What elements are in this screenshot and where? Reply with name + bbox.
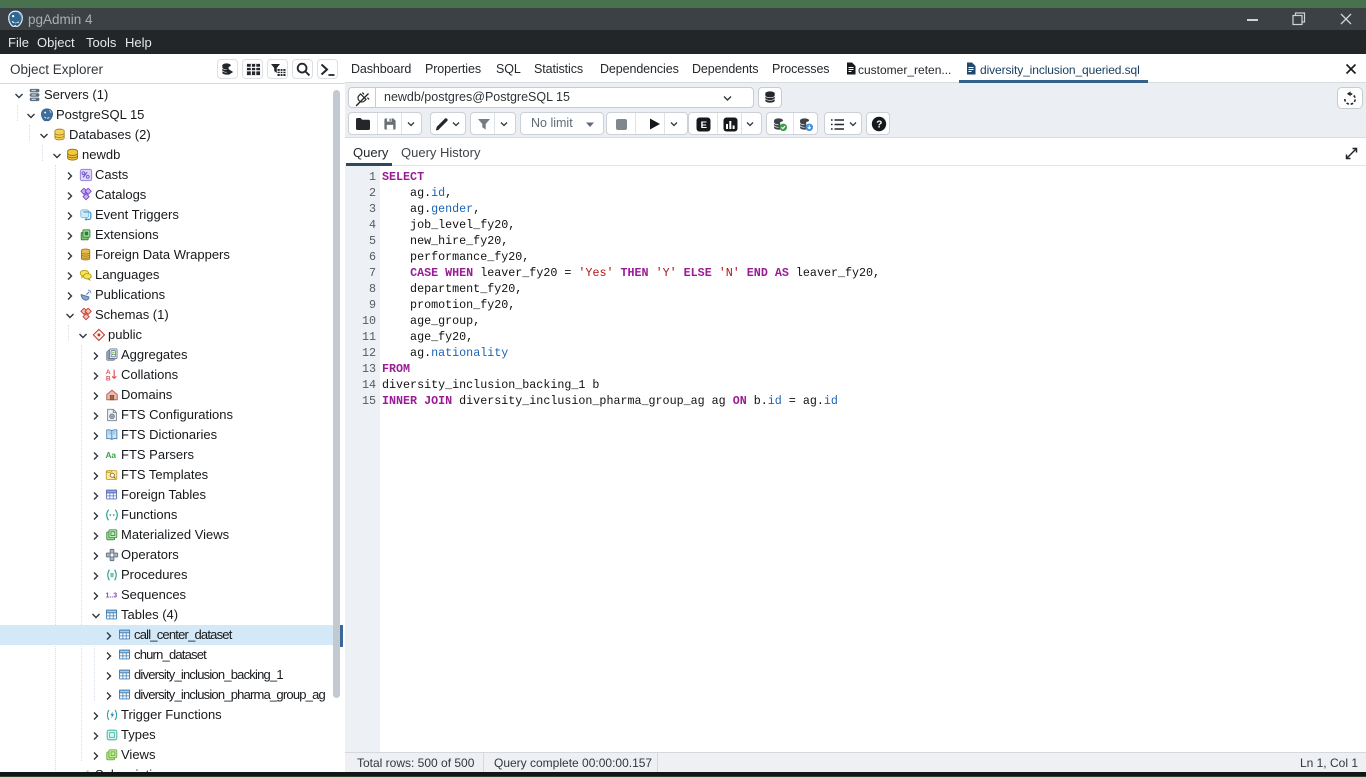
svg-text:?: ? <box>876 120 882 131</box>
svg-text:E: E <box>701 120 707 131</box>
